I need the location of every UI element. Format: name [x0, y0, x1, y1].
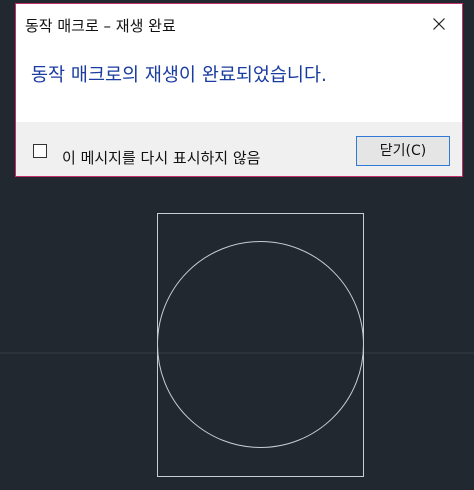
dont-show-again-label[interactable]: 이 메시지를 다시 표시하지 않음: [62, 147, 260, 168]
dialog-titlebar[interactable]: 동작 매크로 – 재생 완료: [16, 4, 462, 46]
drawing-circle: [157, 241, 364, 448]
drawing-rectangle: [157, 213, 364, 477]
dialog-title: 동작 매크로 – 재생 완료: [25, 17, 176, 35]
titlebar-close-button[interactable]: [418, 4, 462, 46]
close-icon: [433, 18, 445, 30]
close-button[interactable]: 닫기(C): [356, 136, 450, 166]
macro-complete-dialog: 동작 매크로 – 재생 완료 동작 매크로의 재생이 완료되었습니다. 이 메시…: [15, 3, 463, 177]
dont-show-again-checkbox[interactable]: [33, 144, 47, 158]
dialog-message: 동작 매크로의 재생이 완료되었습니다.: [31, 65, 327, 86]
dialog-footer: 이 메시지를 다시 표시하지 않음 닫기(C): [16, 122, 462, 176]
